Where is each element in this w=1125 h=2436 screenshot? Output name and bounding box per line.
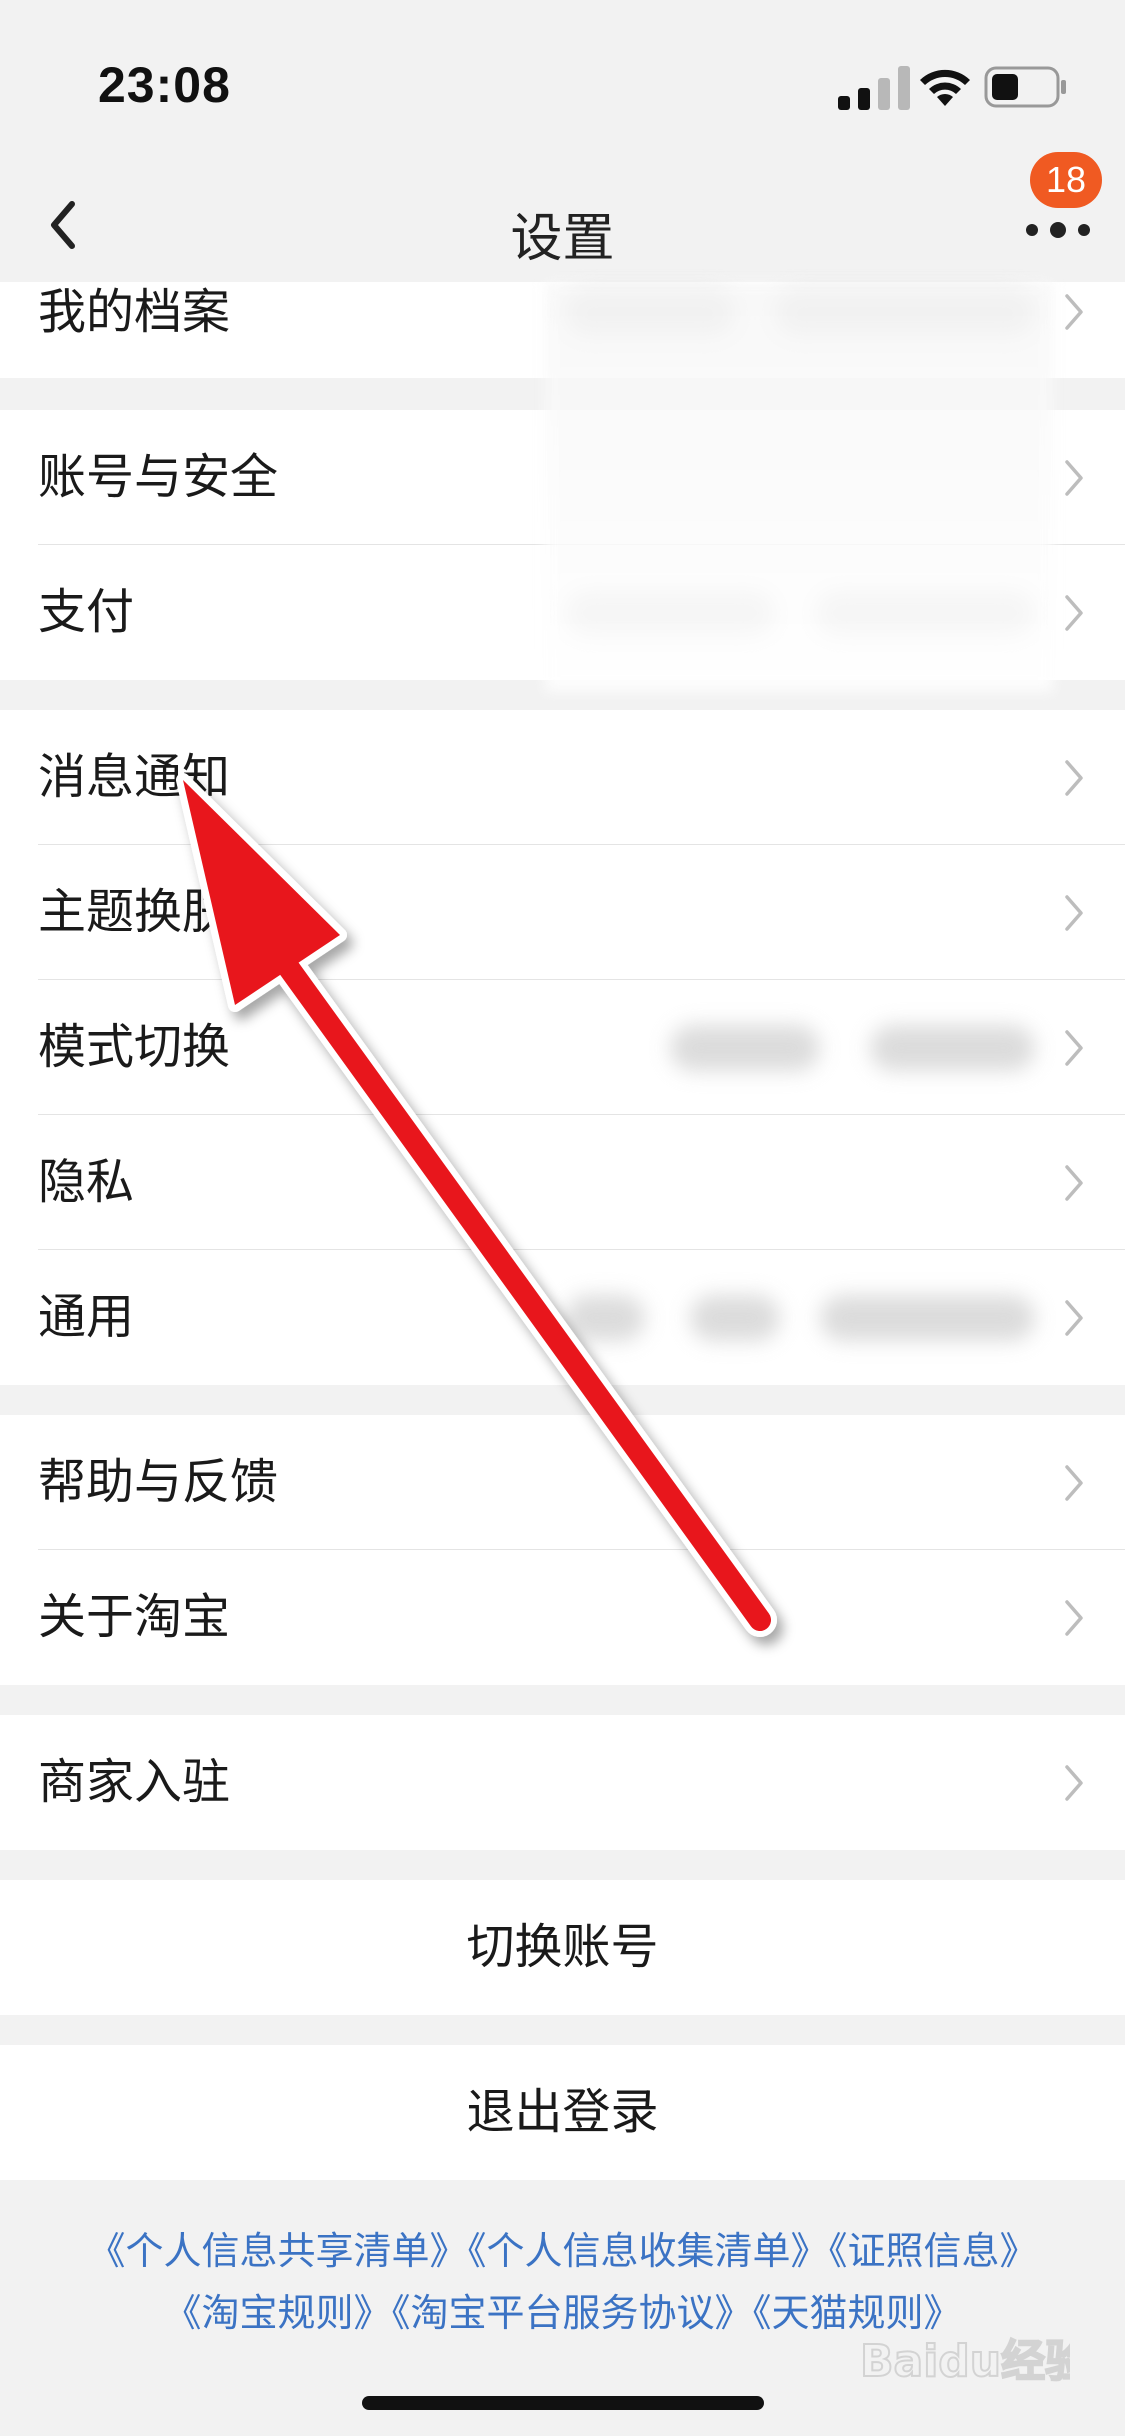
battery-icon — [984, 66, 1066, 108]
settings-row-label: 消息通知 — [38, 749, 231, 805]
settings-group-preferences: 消息通知 主题换肤 模式切换 隐私 通用 — [0, 710, 1125, 1385]
link-license-info[interactable]: 《证照信息》 — [829, 2229, 1038, 2273]
blurred-value — [820, 1295, 1035, 1341]
status-bar: 23:08 — [0, 0, 1125, 170]
chevron-right-icon — [1065, 894, 1083, 931]
chevron-right-icon — [1065, 459, 1083, 496]
page-title: 设置 — [510, 209, 615, 269]
blurred-value — [690, 1295, 780, 1341]
chevron-right-icon — [1065, 1464, 1083, 1501]
settings-row-label: 关于淘宝 — [38, 1589, 231, 1645]
blurred-value — [565, 1295, 645, 1341]
settings-group-merchant: 商家入驻 — [0, 1715, 1125, 1850]
switch-account-group: 切换账号 — [0, 1880, 1125, 2015]
settings-row-label: 隐私 — [38, 1154, 135, 1210]
settings-row-label: 我的档案 — [38, 284, 231, 340]
home-indicator[interactable] — [362, 2396, 764, 2410]
switch-account-label: 切换账号 — [466, 1919, 659, 1975]
wifi-icon — [920, 69, 970, 106]
chevron-right-icon — [1065, 1764, 1083, 1801]
settings-row-label: 通用 — [38, 1289, 135, 1345]
logout-button[interactable]: 退出登录 — [0, 2045, 1125, 2180]
settings-row-notifications[interactable]: 消息通知 — [0, 710, 1125, 845]
chevron-right-icon — [1065, 1299, 1083, 1336]
settings-row-label: 模式切换 — [38, 1019, 231, 1075]
chevron-right-icon — [1065, 1029, 1083, 1066]
baidu-jingyan-watermark: Baidu经验 — [860, 2335, 1070, 2388]
settings-row-privacy[interactable]: 隐私 — [0, 1115, 1125, 1250]
chevron-right-icon — [1065, 294, 1083, 330]
chevron-right-icon — [1065, 1599, 1083, 1636]
chevron-right-icon — [1065, 594, 1083, 631]
settings-row-merchant-join[interactable]: 商家入驻 — [0, 1715, 1125, 1850]
blurred-value — [870, 1025, 1035, 1071]
logout-group: 退出登录 — [0, 2045, 1125, 2180]
settings-row-label: 支付 — [38, 584, 135, 640]
switch-account-button[interactable]: 切换账号 — [0, 1880, 1125, 2015]
settings-group-help: 帮助与反馈 关于淘宝 — [0, 1415, 1125, 1685]
chevron-right-icon — [1065, 759, 1083, 796]
logout-label: 退出登录 — [466, 2084, 659, 2140]
settings-row-label: 帮助与反馈 — [38, 1454, 279, 1510]
blurred-value — [670, 1025, 820, 1071]
link-platform-agreement[interactable]: 《淘宝平台服务协议》 — [391, 2291, 752, 2335]
more-dots-icon[interactable] — [1022, 210, 1094, 250]
settings-row-help-feedback[interactable]: 帮助与反馈 — [0, 1415, 1125, 1550]
blurred-overlay — [545, 282, 1053, 692]
footer-line-1: 《个人信息共享清单》《个人信息收集清单》《证照信息》 — [0, 2220, 1125, 2282]
link-personal-info-collection[interactable]: 《个人信息收集清单》 — [467, 2229, 828, 2273]
notification-badge: 18 — [1030, 152, 1102, 208]
settings-row-general[interactable]: 通用 — [0, 1250, 1125, 1385]
navigation-bar: 设置 — [0, 170, 1125, 282]
settings-row-mode-switch[interactable]: 模式切换 — [0, 980, 1125, 1115]
settings-row-label: 商家入驻 — [38, 1754, 231, 1810]
cellular-signal-icon — [838, 66, 910, 110]
chevron-right-icon — [1065, 1164, 1083, 1201]
settings-row-label: 账号与安全 — [38, 449, 279, 505]
settings-row-about-taobao[interactable]: 关于淘宝 — [0, 1550, 1125, 1685]
settings-row-label: 主题换肤 — [38, 884, 231, 940]
link-taobao-rules[interactable]: 《淘宝规则》 — [163, 2291, 391, 2335]
link-personal-info-sharing[interactable]: 《个人信息共享清单》 — [87, 2229, 467, 2273]
svg-text:Baidu经验: Baidu经验 — [860, 2336, 1070, 2387]
status-time: 23:08 — [98, 57, 231, 113]
settings-row-theme[interactable]: 主题换肤 — [0, 845, 1125, 980]
